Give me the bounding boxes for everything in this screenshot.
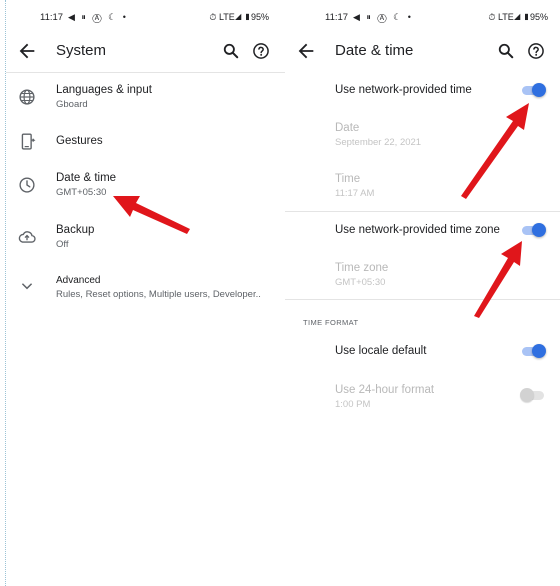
screenshot-composite: 11:17 ◀ ⏸ Ⓐ ☾ • ⏱ LTE◢ ▮95% System Langu… — [0, 0, 560, 586]
network-time-row[interactable]: Use network-provided time — [285, 82, 560, 104]
settings-item-gestures[interactable]: Gestures — [6, 128, 285, 162]
cloud-upload-icon — [16, 226, 38, 248]
time-zone-row: Time zone GMT+05:30 — [285, 260, 560, 292]
phone-gesture-icon — [16, 131, 38, 153]
locale-default-row[interactable]: Use locale default — [285, 343, 560, 365]
section-divider — [285, 299, 560, 300]
back-arrow-icon[interactable] — [16, 40, 38, 62]
network-zone-label: Use network-provided time zone — [335, 224, 500, 236]
network-time-toggle[interactable] — [520, 83, 546, 97]
toggle-thumb — [520, 388, 534, 402]
hour24-toggle — [520, 388, 546, 402]
date-label: Date — [335, 122, 360, 134]
toggle-thumb — [532, 344, 546, 358]
item-title: Date & time — [56, 172, 117, 184]
locale-default-label: Use locale default — [335, 345, 427, 357]
locale-default-toggle[interactable] — [520, 344, 546, 358]
notification-icons: ◀ ⏸ Ⓐ ☾ • — [353, 12, 413, 22]
page-title: Date & time — [335, 42, 414, 59]
system-status-icons: ⏱ LTE◢ ▮95% — [209, 12, 269, 22]
page-title: System — [56, 42, 107, 59]
system-status-icons: ⏱ LTE◢ ▮95% — [488, 12, 548, 22]
settings-item-date-time[interactable]: Date & time GMT+05:30 — [6, 168, 285, 208]
settings-item-backup[interactable]: Backup Off — [6, 220, 285, 260]
help-icon[interactable] — [526, 41, 546, 61]
time-zone-value: GMT+05:30 — [335, 277, 386, 288]
time-zone-label: Time zone — [335, 262, 389, 274]
status-bar: 11:17 ◀ ⏸ Ⓐ ☾ • ⏱ LTE◢ ▮95% — [285, 10, 560, 28]
app-bar: Date & time — [285, 34, 560, 70]
date-value: September 22, 2021 — [335, 137, 422, 148]
toggle-thumb — [532, 223, 546, 237]
network-time-label: Use network-provided time — [335, 84, 472, 96]
system-screen: 11:17 ◀ ⏸ Ⓐ ☾ • ⏱ LTE◢ ▮95% System Langu… — [6, 0, 285, 586]
back-arrow-icon[interactable] — [295, 40, 317, 62]
time-row: Time 11:17 AM — [285, 171, 560, 203]
network-zone-toggle[interactable] — [520, 223, 546, 237]
time-format-header: TIME FORMAT — [303, 318, 359, 327]
clock-icon — [16, 174, 38, 196]
search-icon[interactable] — [221, 41, 241, 61]
hour24-value: 1:00 PM — [335, 399, 371, 410]
app-bar-divider — [6, 72, 285, 73]
globe-icon — [16, 86, 38, 108]
network-zone-row[interactable]: Use network-provided time zone — [285, 222, 560, 244]
notification-icons: ◀ ⏸ Ⓐ ☾ • — [68, 12, 128, 22]
status-time: 11:17 — [325, 12, 349, 23]
item-subtitle: Off — [56, 239, 69, 250]
app-bar: System — [6, 34, 285, 70]
status-bar: 11:17 ◀ ⏸ Ⓐ ☾ • ⏱ LTE◢ ▮95% — [6, 10, 285, 28]
time-label: Time — [335, 173, 361, 185]
settings-item-languages[interactable]: Languages & input Gboard — [6, 80, 285, 124]
item-subtitle: GMT+05:30 — [56, 187, 107, 198]
item-subtitle: Rules, Reset options, Multiple users, De… — [56, 289, 261, 300]
search-icon[interactable] — [496, 41, 516, 61]
time-value: 11:17 AM — [335, 188, 375, 199]
settings-item-advanced[interactable]: Advanced Rules, Reset options, Multiple … — [6, 270, 285, 310]
item-subtitle: Gboard — [56, 99, 88, 110]
item-title: Advanced — [56, 275, 101, 286]
item-title: Gestures — [56, 135, 103, 147]
help-icon[interactable] — [251, 41, 271, 61]
item-title: Languages & input — [56, 84, 152, 96]
item-title: Backup — [56, 224, 95, 236]
date-row: Date September 22, 2021 — [285, 120, 560, 152]
status-time: 11:17 — [40, 12, 64, 23]
date-time-screen: 11:17 ◀ ⏸ Ⓐ ☾ • ⏱ LTE◢ ▮95% Date & time … — [285, 0, 560, 586]
section-divider — [285, 211, 560, 212]
chevron-down-icon — [16, 275, 38, 297]
hour24-label: Use 24-hour format — [335, 384, 435, 396]
toggle-thumb — [532, 83, 546, 97]
hour24-row: Use 24-hour format 1:00 PM — [285, 382, 560, 414]
